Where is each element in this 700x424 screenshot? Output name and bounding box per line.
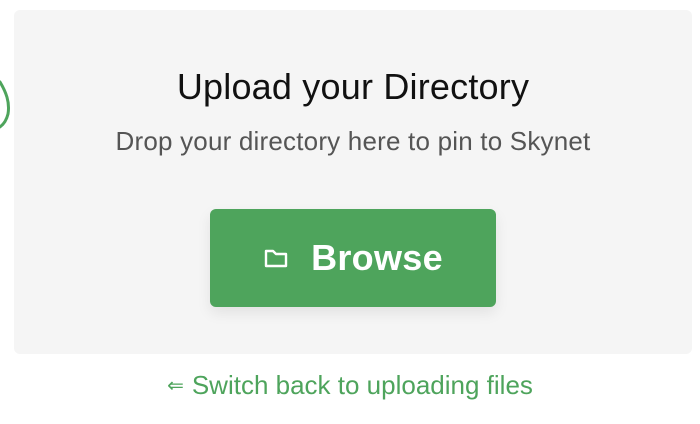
browse-button-label: Browse: [311, 237, 443, 278]
upload-page: Upload your Directory Drop your director…: [0, 0, 700, 424]
upload-subtitle: Drop your directory here to pin to Skyne…: [115, 126, 591, 156]
browse-button[interactable]: Browse: [210, 209, 496, 307]
directory-dropzone[interactable]: Upload your Directory Drop your director…: [14, 10, 692, 354]
switch-link-label: Switch back to uploading files: [191, 370, 533, 400]
switch-to-files-link[interactable]: ⇐ Switch back to uploading files: [0, 370, 700, 401]
upload-title: Upload your Directory: [176, 66, 530, 107]
folder-icon: [263, 247, 289, 269]
back-arrow-icon: ⇐: [167, 375, 184, 397]
decorative-outline-icon: [0, 80, 10, 129]
